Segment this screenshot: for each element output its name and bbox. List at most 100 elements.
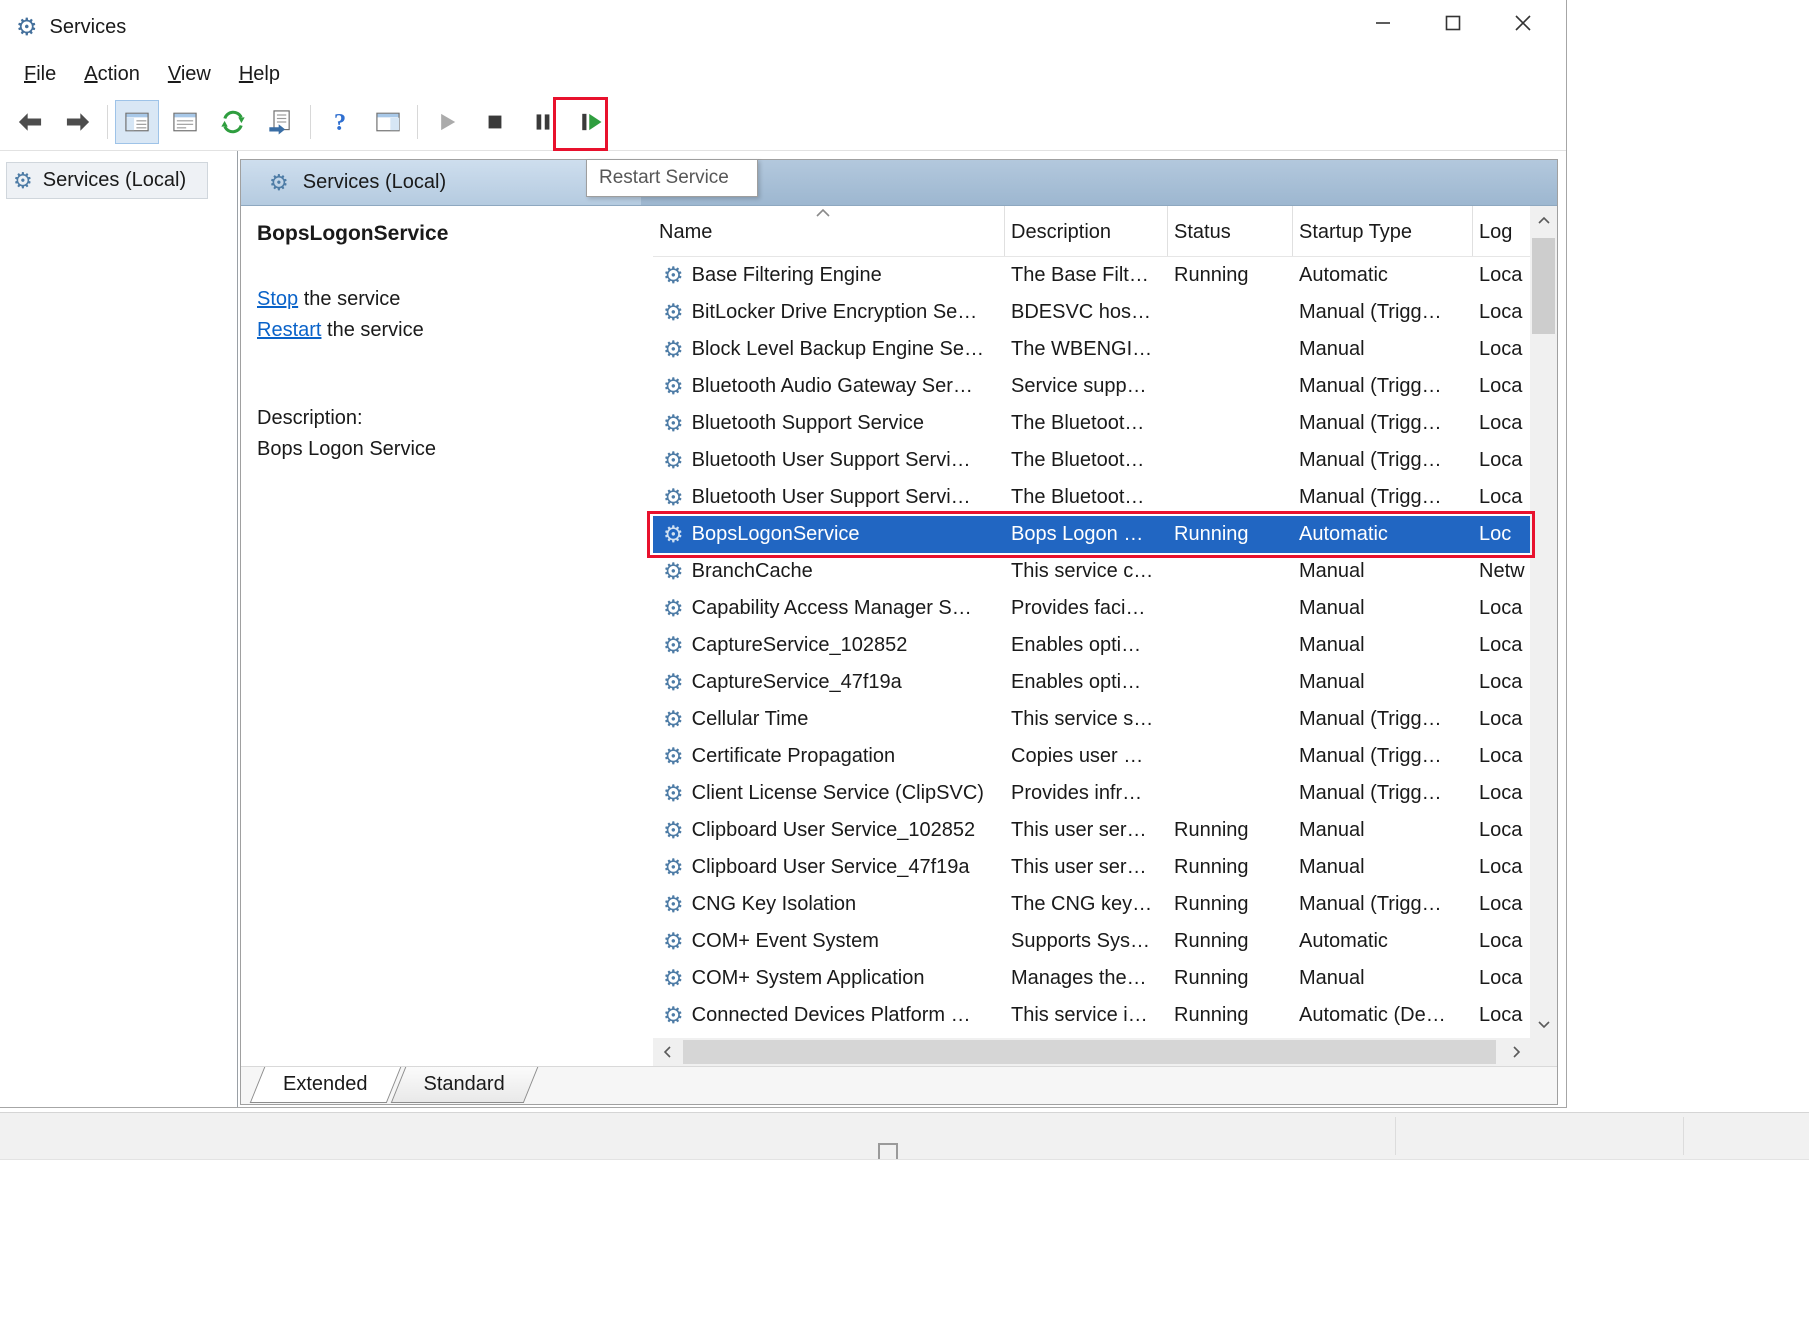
toolbar-separator bbox=[310, 105, 311, 139]
service-gear-icon: ⚙ bbox=[663, 782, 684, 805]
scroll-left-button[interactable] bbox=[653, 1038, 681, 1066]
service-startup-type-cell: Manual (Trigg… bbox=[1293, 449, 1473, 472]
help-button[interactable]: ? bbox=[318, 100, 362, 144]
service-row[interactable]: ⚙ Bluetooth User Support Servi… The Blue… bbox=[653, 442, 1530, 479]
close-icon bbox=[1512, 12, 1534, 34]
service-startup-type-cell: Manual bbox=[1293, 967, 1473, 990]
maximize-button[interactable] bbox=[1418, 0, 1488, 46]
export-list-icon bbox=[267, 108, 295, 136]
service-description-cell: This user ser… bbox=[1005, 819, 1168, 842]
service-row[interactable]: ⚙ CaptureService_102852 Enables opti… Ma… bbox=[653, 627, 1530, 664]
service-startup-type-cell: Manual (Trigg… bbox=[1293, 745, 1473, 768]
service-row[interactable]: ⚙ CNG Key Isolation The CNG key… Running… bbox=[653, 886, 1530, 923]
horizontal-scrollbar[interactable] bbox=[653, 1038, 1530, 1066]
service-name-cell: Bluetooth User Support Servi… bbox=[692, 486, 971, 509]
chevron-down-icon bbox=[1537, 1020, 1551, 1029]
scroll-right-button[interactable] bbox=[1502, 1038, 1530, 1066]
refresh-button[interactable] bbox=[211, 100, 255, 144]
export-list-button[interactable] bbox=[259, 100, 303, 144]
column-header-startup-type[interactable]: Startup Type bbox=[1293, 206, 1473, 256]
service-row[interactable]: ⚙ Base Filtering Engine The Base Filt… R… bbox=[653, 257, 1530, 294]
service-name-cell: Certificate Propagation bbox=[692, 745, 895, 768]
back-button[interactable] bbox=[8, 100, 52, 144]
service-row[interactable]: ⚙ Cellular Time This service s… Manual (… bbox=[653, 701, 1530, 738]
menu-action[interactable]: Action bbox=[70, 59, 154, 90]
start-service-button[interactable] bbox=[425, 100, 469, 144]
service-gear-icon: ⚙ bbox=[663, 412, 684, 435]
service-status-cell: Running bbox=[1168, 893, 1293, 916]
restart-service-button[interactable] bbox=[569, 100, 613, 144]
service-name-cell: BopsLogonService bbox=[692, 523, 860, 546]
minimize-button[interactable] bbox=[1348, 0, 1418, 46]
service-name-cell: Client License Service (ClipSVC) bbox=[692, 782, 984, 805]
close-button[interactable] bbox=[1488, 0, 1558, 46]
vertical-scrollbar[interactable] bbox=[1530, 206, 1557, 1038]
service-row[interactable]: ⚙ BopsLogonService Bops Logon … Running … bbox=[653, 516, 1530, 553]
service-row[interactable]: ⚙ Block Level Backup Engine Se… The WBEN… bbox=[653, 331, 1530, 368]
service-description-cell: The Bluetoot… bbox=[1005, 412, 1168, 435]
column-header-log[interactable]: Log bbox=[1473, 206, 1528, 256]
service-row[interactable]: ⚙ Bluetooth Support Service The Bluetoot… bbox=[653, 405, 1530, 442]
start-icon bbox=[433, 108, 461, 136]
service-row[interactable]: ⚙ COM+ System Application Manages the… R… bbox=[653, 960, 1530, 997]
tree-item-services-local[interactable]: ⚙ Services (Local) bbox=[6, 162, 208, 199]
menu-view[interactable]: View bbox=[154, 59, 225, 90]
service-row[interactable]: ⚙ Capability Access Manager S… Provides … bbox=[653, 590, 1530, 627]
forward-button[interactable] bbox=[56, 100, 100, 144]
service-row[interactable]: ⚙ COM+ Event System Supports Sys… Runnin… bbox=[653, 923, 1530, 960]
pane-header-band: ⚙ Services (Local) bbox=[241, 160, 1557, 206]
service-name-cell: Bluetooth Audio Gateway Ser… bbox=[692, 375, 973, 398]
tab-standard[interactable]: Standard bbox=[398, 1067, 531, 1104]
app-body: ⚙ Services (Local) ⚙ Services (Local) Bo… bbox=[0, 151, 1566, 1107]
restart-service-link[interactable]: Restart bbox=[257, 319, 321, 341]
service-row[interactable]: ⚙ Bluetooth User Support Servi… The Blue… bbox=[653, 479, 1530, 516]
properties-button[interactable] bbox=[163, 100, 207, 144]
service-row[interactable]: ⚙ Connected Devices Platform … This serv… bbox=[653, 997, 1530, 1034]
service-name-cell: COM+ System Application bbox=[692, 967, 925, 990]
svg-text:?: ? bbox=[334, 109, 346, 136]
service-row[interactable]: ⚙ Clipboard User Service_47f19a This use… bbox=[653, 849, 1530, 886]
show-action-pane-button[interactable] bbox=[366, 100, 410, 144]
tab-extended[interactable]: Extended bbox=[257, 1067, 394, 1104]
stop-service-link[interactable]: Stop bbox=[257, 288, 298, 310]
service-row[interactable]: ⚙ CaptureService_47f19a Enables opti… Ma… bbox=[653, 664, 1530, 701]
pause-service-button[interactable] bbox=[521, 100, 565, 144]
services-table-body: ⚙ Base Filtering Engine The Base Filt… R… bbox=[653, 257, 1530, 1038]
horizontal-scroll-thumb[interactable] bbox=[683, 1040, 1496, 1064]
console-tree-icon bbox=[123, 108, 151, 136]
menu-help[interactable]: Help bbox=[225, 59, 294, 90]
back-arrow-icon bbox=[16, 108, 44, 136]
forward-arrow-icon bbox=[64, 108, 92, 136]
service-row[interactable]: ⚙ Bluetooth Audio Gateway Ser… Service s… bbox=[653, 368, 1530, 405]
show-console-tree-button[interactable] bbox=[115, 100, 159, 144]
service-logon-cell: Loca bbox=[1473, 486, 1528, 509]
window-title: Services bbox=[50, 16, 127, 39]
service-description-cell: Provides faci… bbox=[1005, 597, 1168, 620]
scroll-up-button[interactable] bbox=[1530, 206, 1557, 234]
strip-divider bbox=[1395, 1117, 1396, 1155]
service-row[interactable]: ⚙ BranchCache This service c… Manual Net… bbox=[653, 553, 1530, 590]
vertical-scroll-thumb[interactable] bbox=[1532, 238, 1555, 334]
service-description-cell: This user ser… bbox=[1005, 856, 1168, 879]
tab-strip: ExtendedStandard bbox=[241, 1066, 1557, 1104]
service-row[interactable]: ⚙ BitLocker Drive Encryption Se… BDESVC … bbox=[653, 294, 1530, 331]
column-header-status[interactable]: Status bbox=[1168, 206, 1293, 256]
stop-service-button[interactable] bbox=[473, 100, 517, 144]
action-pane-icon bbox=[374, 108, 402, 136]
service-row[interactable]: ⚙ Client License Service (ClipSVC) Provi… bbox=[653, 775, 1530, 812]
pane-content: BopsLogonService Stop the service Restar… bbox=[241, 206, 1557, 1066]
service-row[interactable]: ⚙ Clipboard User Service_102852 This use… bbox=[653, 812, 1530, 849]
service-name-cell: Capability Access Manager S… bbox=[692, 597, 972, 620]
service-gear-icon: ⚙ bbox=[663, 708, 684, 731]
bottom-strip bbox=[0, 1112, 1809, 1160]
service-gear-icon: ⚙ bbox=[663, 301, 684, 324]
service-description-cell: Enables opti… bbox=[1005, 634, 1168, 657]
service-gear-icon: ⚙ bbox=[663, 338, 684, 361]
service-row[interactable]: ⚙ Certificate Propagation Copies user … … bbox=[653, 738, 1530, 775]
service-description-cell: Service supp… bbox=[1005, 375, 1168, 398]
service-logon-cell: Loca bbox=[1473, 597, 1528, 620]
column-header-description[interactable]: Description bbox=[1005, 206, 1168, 256]
description-label: Description: bbox=[257, 403, 635, 434]
menu-file[interactable]: File bbox=[10, 59, 70, 90]
scroll-down-button[interactable] bbox=[1530, 1010, 1557, 1038]
